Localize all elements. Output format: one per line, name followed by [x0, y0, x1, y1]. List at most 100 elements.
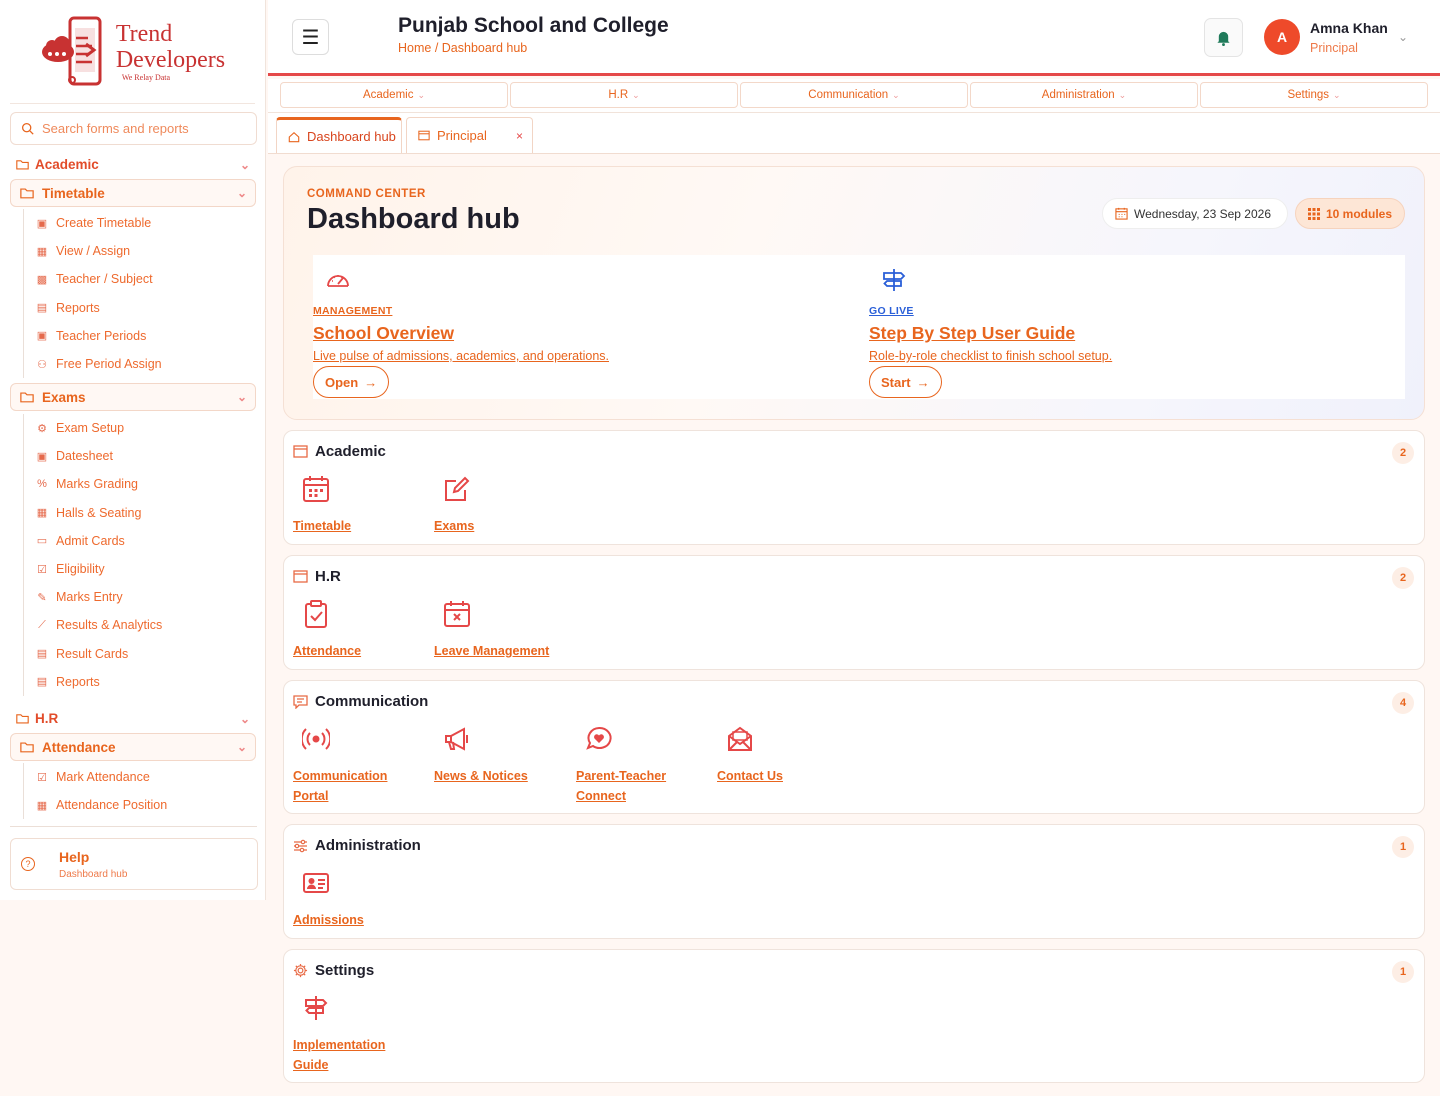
module-communication: Communication 4 Communication Portal News…	[283, 680, 1425, 814]
grid-icon: ▩	[36, 273, 48, 286]
notifications-button[interactable]	[1204, 18, 1243, 57]
chat-heart-icon	[586, 726, 612, 750]
card-title-link[interactable]: School Overview	[313, 323, 454, 344]
broadcast-icon	[302, 728, 330, 750]
brand-line2: Developers	[115, 46, 226, 73]
sidebar-item-label: Admit Cards	[56, 533, 125, 548]
tile-label: Leave Management	[434, 644, 550, 658]
module-title: Communication	[315, 693, 429, 710]
sidebar-item-teacher-subject[interactable]: ▩ Teacher / Subject	[24, 265, 162, 293]
tile-leave-management[interactable]: Leave Management	[434, 600, 564, 661]
calendar-icon	[303, 476, 329, 502]
sidebar-item-exam-setup[interactable]: ⚙ Exam Setup	[24, 414, 162, 442]
sidebar-item-teacher-periods[interactable]: ▣ Teacher Periods	[24, 322, 162, 350]
tab-dashboard-hub[interactable]: Dashboard hub	[276, 117, 402, 153]
breadcrumb[interactable]: Home / Dashboard hub	[398, 41, 527, 55]
sidebar-section-hr[interactable]: H.R ⌄	[16, 711, 256, 726]
modules-badge[interactable]: 10 modules	[1295, 198, 1405, 229]
sidebar-item-admit-cards[interactable]: ▭ Admit Cards	[24, 527, 162, 555]
sidebar-item-eligibility[interactable]: ☑ Eligibility	[24, 555, 162, 583]
tile-contact-us[interactable]: Contact Us	[717, 725, 847, 786]
chevron-down-icon: ⌄	[239, 157, 250, 172]
tile-parent-teacher-connect[interactable]: Parent-Teacher Connect	[576, 725, 706, 806]
module-administration: Administration 1 Admissions	[283, 824, 1425, 939]
sidebar-item-marks-entry[interactable]: ✎ Marks Entry	[24, 583, 162, 611]
card-title-link[interactable]: Step By Step User Guide	[869, 323, 1075, 344]
tile-label-line1: Parent-Teacher	[576, 769, 667, 783]
tile-implementation-guide[interactable]: Implementation Guide	[293, 994, 423, 1075]
user-name[interactable]: Amna Khan	[1310, 20, 1388, 36]
help-button[interactable]: ? Help Dashboard hub	[10, 838, 258, 890]
module-hr: H.R 2 Attendance Leave Management	[283, 555, 1425, 670]
brand-logo[interactable]: Trend Developers We Relay Data	[10, 0, 255, 104]
close-icon[interactable]: ×	[516, 129, 523, 143]
tile-news-notices[interactable]: News & Notices	[434, 725, 564, 786]
tile-attendance[interactable]: Attendance	[293, 600, 423, 661]
module-header: Administration	[293, 837, 421, 854]
nav-communication[interactable]: Communication ⌄	[740, 82, 968, 108]
sidebar-item-label: Teacher / Subject	[56, 272, 153, 287]
chevron-down-icon[interactable]: ⌄	[1398, 30, 1408, 44]
start-button[interactable]: Start →	[869, 366, 942, 398]
nav-administration[interactable]: Administration ⌄	[970, 82, 1198, 108]
tab-principal[interactable]: Principal ×	[406, 117, 533, 153]
sidebar-group-timetable[interactable]: Timetable ⌄	[10, 179, 256, 207]
sidebar-item-create-timetable[interactable]: ▣ Create Timetable	[24, 209, 162, 237]
avatar[interactable]: A	[1264, 19, 1300, 55]
file-icon: ▤	[36, 302, 48, 315]
tile-admissions[interactable]: Admissions	[293, 869, 423, 930]
bell-icon	[1217, 31, 1230, 46]
sidebar-item-view-assign[interactable]: ▦ View / Assign	[24, 237, 162, 265]
search-input[interactable]: Search forms and reports	[10, 112, 257, 145]
tile-communication-portal[interactable]: Communication Portal	[293, 725, 423, 806]
sidebar-section-academic[interactable]: Academic ⌄	[16, 157, 256, 172]
chevron-down-icon: ⌄	[236, 740, 247, 754]
calendar-icon: ▣	[36, 450, 48, 463]
id-card-icon: ▭	[36, 535, 48, 548]
home-icon	[288, 131, 300, 142]
date-text: Wednesday, 23 Sep 2026	[1134, 206, 1271, 221]
table-icon: ▦	[36, 799, 48, 812]
tile-timetable[interactable]: Timetable	[293, 475, 423, 536]
calendar-icon	[293, 444, 308, 459]
sidebar-group-attendance[interactable]: Attendance ⌄	[10, 733, 256, 761]
sidebar-item-results-analytics[interactable]: ⟋ Results & Analytics	[24, 611, 162, 639]
sidebar-item-label: Reports	[56, 300, 100, 315]
tile-exams[interactable]: Exams	[434, 475, 564, 536]
sidebar-item-datesheet[interactable]: ▣ Datesheet	[24, 442, 162, 470]
calendar-icon	[293, 569, 308, 584]
sidebar-item-attendance-position[interactable]: ▦ Attendance Position	[24, 791, 167, 819]
sidebar-item-reports[interactable]: ▤ Reports	[24, 294, 162, 322]
nav-academic[interactable]: Academic ⌄	[280, 82, 508, 108]
nav-settings[interactable]: Settings ⌄	[1200, 82, 1428, 108]
tab-label: Dashboard hub	[307, 129, 396, 144]
open-button[interactable]: Open →	[313, 366, 390, 398]
sidebar-item-label: Free Period Assign	[56, 357, 162, 372]
clipboard-check-icon	[305, 600, 327, 628]
sidebar-item-halls-seating[interactable]: ▦ Halls & Seating	[24, 499, 162, 527]
sidebar-item-exam-reports[interactable]: ▤ Reports	[24, 668, 162, 696]
sliders-icon	[293, 838, 308, 853]
module-title: Academic	[315, 443, 386, 460]
sidebar-item-free-period-assign[interactable]: ⚇ Free Period Assign	[24, 350, 162, 378]
search-icon	[21, 122, 34, 135]
arrow-right-icon: →	[364, 374, 378, 390]
folder-icon	[16, 714, 29, 724]
window-icon	[418, 130, 430, 141]
tile-label-line2: Portal	[293, 789, 329, 803]
page-title: Punjab School and College	[398, 14, 669, 37]
sidebar-item-result-cards[interactable]: ▤ Result Cards	[24, 640, 162, 668]
file-icon: ▤	[36, 676, 48, 689]
hamburger-icon: ☰	[301, 26, 320, 49]
sidebar-group-exams[interactable]: Exams ⌄	[10, 383, 256, 411]
module-count-badge: 1	[1392, 961, 1414, 983]
hamburger-menu-button[interactable]: ☰	[292, 19, 329, 55]
grid-icon: ▦	[36, 507, 48, 520]
sidebar-item-marks-grading[interactable]: % Marks Grading	[24, 470, 162, 498]
sidebar-item-mark-attendance[interactable]: ☑ Mark Attendance	[24, 763, 167, 791]
nav-hr[interactable]: H.R ⌄	[510, 82, 738, 108]
tile-label: Parent-Teacher Connect	[576, 766, 706, 806]
tile-label: Contact Us	[717, 769, 783, 783]
top-header: ☰ Punjab School and College Home / Dashb…	[268, 0, 1440, 76]
module-title: H.R	[315, 568, 341, 585]
